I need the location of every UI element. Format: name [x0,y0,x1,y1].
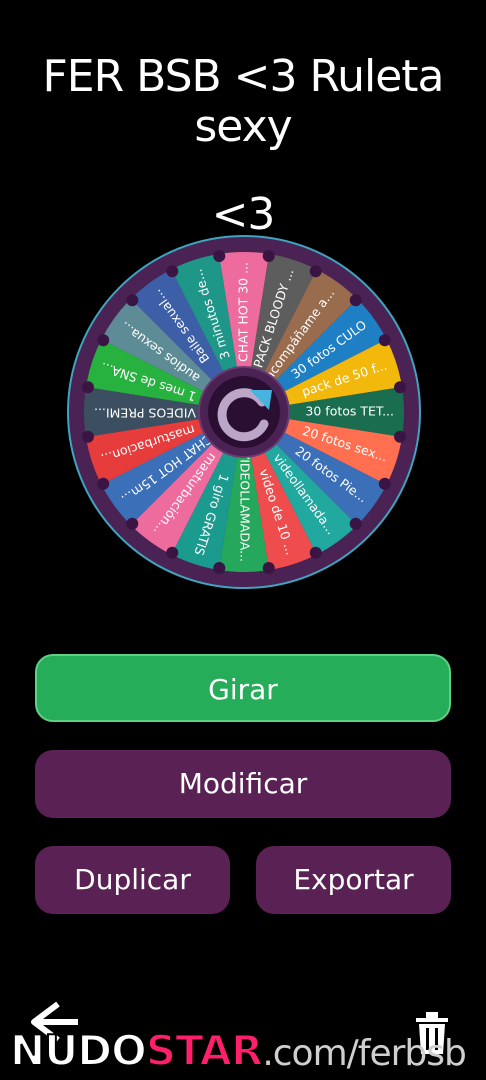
wheel-pin [349,517,362,530]
wheel-segment-label: VIDEOLLAMADA... [238,451,253,562]
duplicate-button[interactable]: Duplicar [35,846,230,914]
wheel-pin [166,265,179,278]
title-line-2: <3 [211,189,276,240]
wheel-pin [81,430,94,443]
wheel-pin [126,517,139,530]
wheel-segment-label: CHAT HOT 30 ... [236,262,251,362]
wheel-pin [166,546,179,559]
wheel-pin [97,334,110,347]
page-title: FER BSB <3 Ruleta sexy <3 [0,52,486,240]
wheel-pin [394,381,407,394]
wheel-pin [213,249,226,262]
wheel-pin [309,546,322,559]
wheel-pin [262,562,275,575]
wheel-pin [378,477,391,490]
wheel-pin [309,265,322,278]
watermark: NUDOSTAR.com/ferbsb [9,1025,467,1076]
wheel-segment-label: 30 fotos TET... [305,404,394,419]
wheel-pin [126,294,139,307]
modify-button[interactable]: Modificar [35,750,451,818]
wheel-pin [81,381,94,394]
title-line-1: FER BSB <3 Ruleta sexy [42,51,444,152]
refresh-icon[interactable] [198,366,290,458]
spin-button[interactable]: Girar [35,654,451,722]
spin-wheel[interactable]: CHAT HOT 30 ... PACK BLOODY ...acompáñame… [66,234,422,590]
watermark-url: .com/ferbsb [262,1033,467,1074]
watermark-nudo: NUDO [9,1025,148,1076]
wheel-pin [213,562,226,575]
export-button[interactable]: Exportar [256,846,451,914]
wheel-pin [394,430,407,443]
watermark-star: STAR [145,1025,264,1076]
wheel-pin [349,294,362,307]
wheel-pin [262,249,275,262]
wheel-segment-label: VIDEOS PREMI... [94,406,196,421]
wheel-pin [97,477,110,490]
wheel-pin [378,334,391,347]
